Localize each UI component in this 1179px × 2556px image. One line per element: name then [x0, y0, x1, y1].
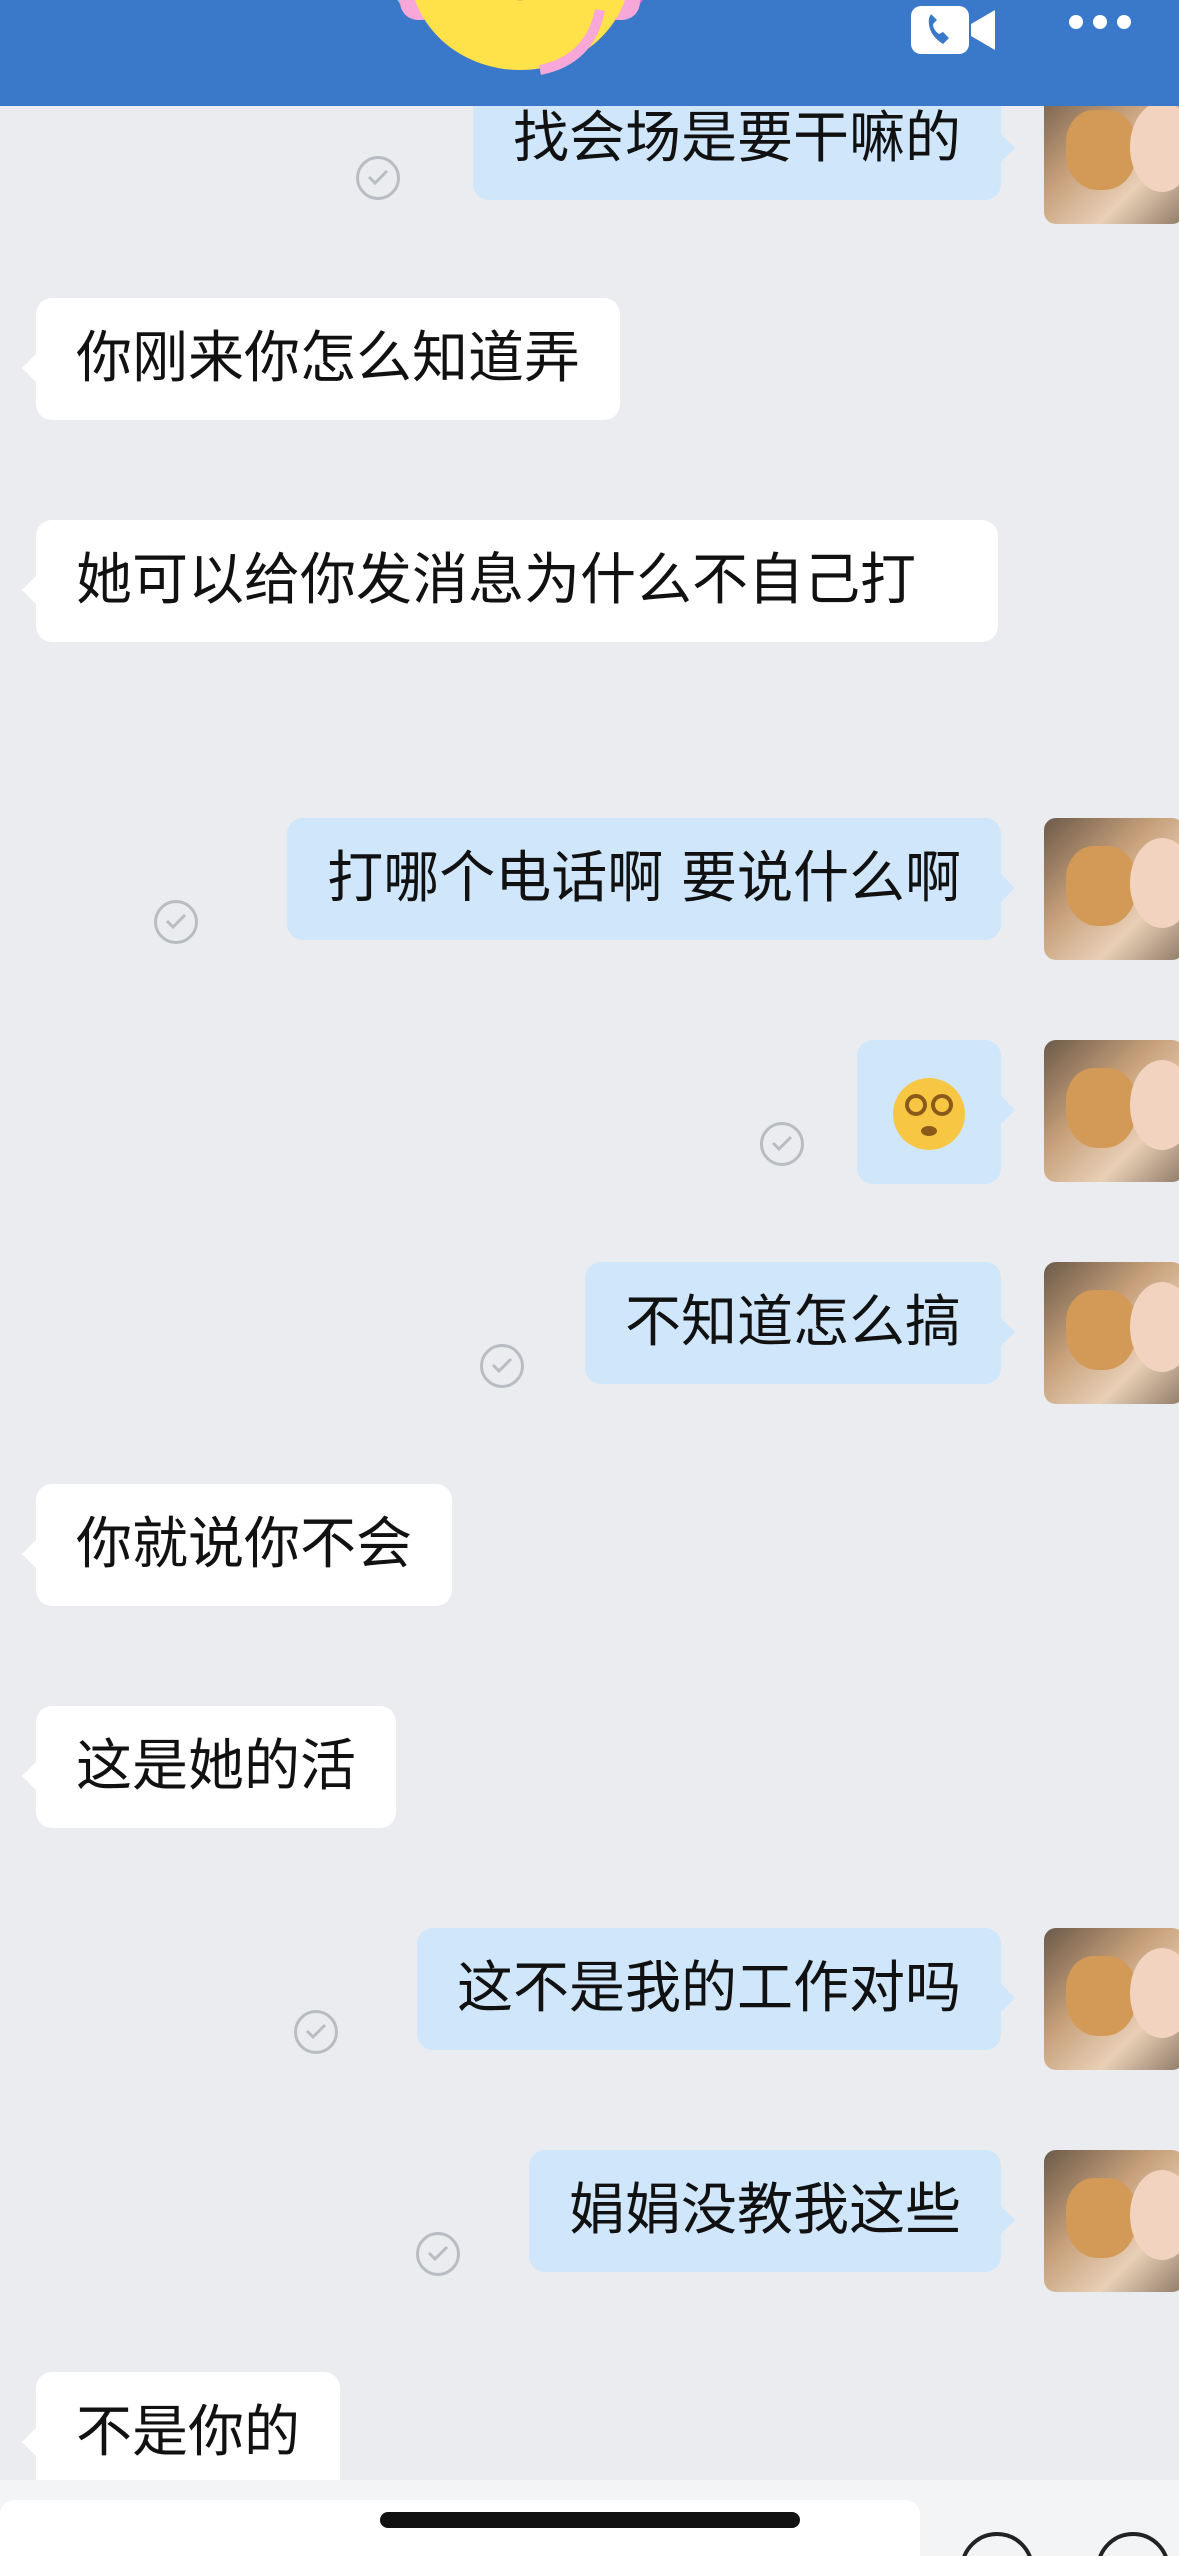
sent-check-icon: [480, 1344, 524, 1388]
message-text: 娟娟没教我这些: [569, 2178, 961, 2243]
user-avatar[interactable]: [1044, 1262, 1179, 1404]
message-text: 这是她的活: [76, 1734, 356, 1799]
message-bubble-incoming[interactable]: 她可以给你发消息为什么不自己打: [22, 520, 998, 642]
message-bubble-incoming[interactable]: 你就说你不会: [22, 1484, 452, 1606]
message-text: 这不是我的工作对吗: [457, 1956, 961, 2021]
message-bubble-outgoing[interactable]: 娟娟没教我这些: [529, 2150, 1015, 2272]
more-icon: [1069, 15, 1083, 29]
message-bubble-outgoing[interactable]: 不知道怎么搞: [585, 1262, 1015, 1384]
message-text: 她可以给你发消息为什么不自己打: [76, 548, 916, 613]
dizzy-face-emoji-icon: [893, 1077, 965, 1150]
message-text: 你刚来你怎么知道弄: [76, 326, 580, 391]
user-avatar[interactable]: [1044, 818, 1179, 960]
message-text: 打哪个电话啊 要说什么啊: [327, 846, 961, 911]
chat-area[interactable]: 找会场是要干嘛的 你刚来你怎么知道弄 她可以给你发消息为什么不自己打 打哪个电话…: [0, 0, 1179, 2494]
message-text: 你就说你不会: [76, 1512, 412, 1577]
sent-check-icon: [760, 1122, 804, 1166]
video-call-icon: [911, 6, 995, 54]
sent-check-icon: [294, 2010, 338, 2054]
sent-check-icon: [416, 2232, 460, 2276]
message-bubble-incoming[interactable]: 这是她的活: [22, 1706, 396, 1828]
message-bubble-incoming[interactable]: 不是你的: [22, 2372, 340, 2494]
contact-avatar-sticker-icon[interactable]: [370, 0, 670, 120]
more-button[interactable]: [1069, 14, 1149, 44]
home-indicator[interactable]: [380, 2512, 800, 2528]
message-bubble-outgoing[interactable]: 打哪个电话啊 要说什么啊: [287, 818, 1015, 940]
message-input[interactable]: [0, 2500, 920, 2556]
user-avatar[interactable]: [1044, 2150, 1179, 2292]
message-bubble-incoming[interactable]: 你刚来你怎么知道弄: [22, 298, 620, 420]
user-avatar[interactable]: [1044, 1928, 1179, 2070]
message-text: 不知道怎么搞: [625, 1290, 961, 1355]
user-avatar[interactable]: [1044, 1040, 1179, 1182]
video-call-button[interactable]: [909, 0, 999, 62]
message-bubble-outgoing[interactable]: [857, 1040, 1015, 1184]
sent-check-icon: [356, 156, 400, 200]
sent-check-icon: [154, 900, 198, 944]
message-text: 不是你的: [76, 2400, 300, 2465]
message-bubble-outgoing[interactable]: 这不是我的工作对吗: [417, 1928, 1015, 2050]
